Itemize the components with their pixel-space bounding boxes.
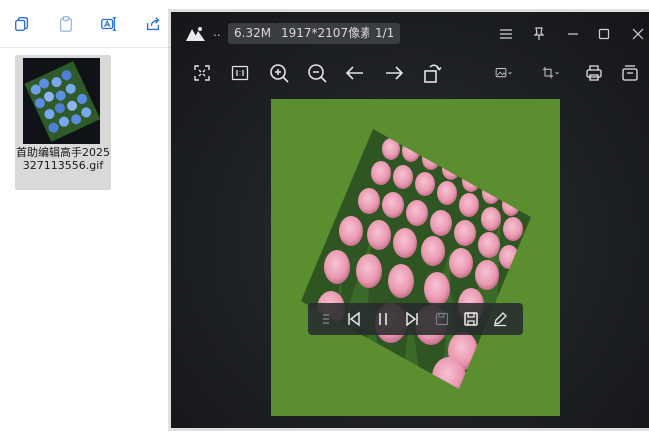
playback-bar bbox=[308, 303, 523, 335]
actual-size-icon[interactable] bbox=[225, 58, 255, 88]
save-icon[interactable] bbox=[459, 307, 483, 331]
viewer-toolbar bbox=[171, 58, 649, 88]
file-size-badge: 6.32M bbox=[228, 23, 278, 44]
tulip-photo bbox=[301, 129, 531, 389]
zoom-in-icon[interactable] bbox=[264, 58, 294, 88]
titlebar[interactable]: .. 6.32M 1917*2107像素 1/1 bbox=[171, 12, 649, 54]
app-logo-icon bbox=[185, 25, 207, 43]
image-edit-icon[interactable] bbox=[489, 58, 519, 88]
maximize-icon[interactable] bbox=[592, 23, 616, 45]
copy-icon[interactable] bbox=[0, 0, 44, 48]
menu-icon[interactable] bbox=[494, 23, 518, 45]
more-icon[interactable] bbox=[615, 58, 645, 88]
save-frame-icon[interactable] bbox=[430, 307, 454, 331]
minimize-icon[interactable] bbox=[561, 23, 585, 45]
print-icon[interactable] bbox=[579, 58, 609, 88]
explorer-toolbar bbox=[0, 0, 175, 48]
title-ellipsis: .. bbox=[213, 25, 221, 39]
list-icon[interactable] bbox=[314, 307, 338, 331]
paste-icon[interactable] bbox=[44, 0, 88, 48]
prev-icon[interactable] bbox=[340, 58, 370, 88]
rotate-icon[interactable] bbox=[417, 58, 447, 88]
page-counter: 1/1 bbox=[369, 23, 401, 44]
file-name: 首助编辑高手2025327113556.gif bbox=[16, 146, 110, 172]
fit-screen-icon[interactable] bbox=[187, 58, 217, 88]
rename-icon[interactable] bbox=[88, 0, 132, 48]
dimensions-badge: 1917*2107像素 bbox=[275, 23, 379, 44]
file-item[interactable]: 首助编辑高手2025327113556.gif bbox=[15, 55, 111, 190]
crop-icon[interactable] bbox=[536, 58, 566, 88]
close-icon[interactable] bbox=[626, 23, 649, 45]
file-thumbnail bbox=[23, 58, 100, 144]
last-frame-icon[interactable] bbox=[400, 307, 424, 331]
pause-icon[interactable] bbox=[371, 307, 395, 331]
next-icon[interactable] bbox=[379, 58, 409, 88]
image-canvas[interactable] bbox=[271, 99, 560, 416]
first-frame-icon[interactable] bbox=[342, 307, 366, 331]
screen: 首助编辑高手2025327113556.gif .. 6.32M 1917*21… bbox=[0, 0, 649, 435]
pin-icon[interactable] bbox=[527, 23, 551, 45]
edit-icon[interactable] bbox=[488, 307, 512, 331]
zoom-out-icon[interactable] bbox=[302, 58, 332, 88]
image-viewer-window: .. 6.32M 1917*2107像素 1/1 bbox=[171, 12, 649, 428]
